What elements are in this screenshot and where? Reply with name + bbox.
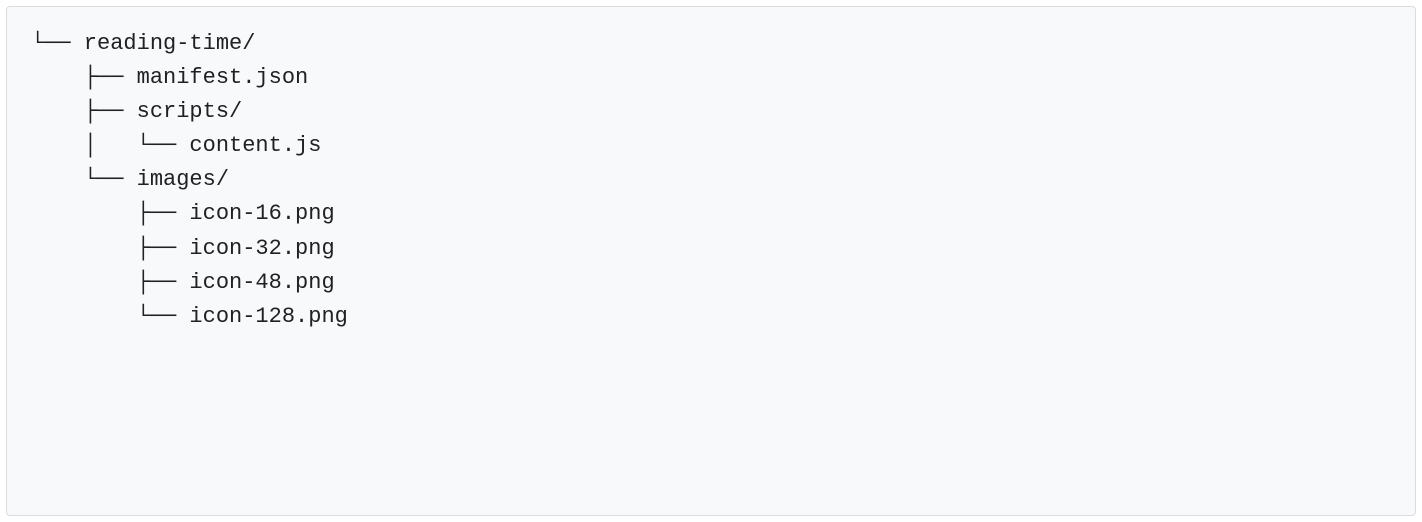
tree-line-manifest: ├── manifest.json: [31, 61, 1391, 95]
tree-line-icon-128: └── icon-128.png: [31, 300, 1391, 334]
directory-tree-block: └── reading-time/ ├── manifest.json ├── …: [6, 6, 1416, 516]
tree-line-icon-32: ├── icon-32.png: [31, 232, 1391, 266]
tree-line-icon-48: ├── icon-48.png: [31, 266, 1391, 300]
tree-line-scripts-dir: ├── scripts/: [31, 95, 1391, 129]
tree-line-images-dir: └── images/: [31, 163, 1391, 197]
tree-line-root: └── reading-time/: [31, 27, 1391, 61]
tree-line-icon-16: ├── icon-16.png: [31, 197, 1391, 231]
tree-line-content-js: │ └── content.js: [31, 129, 1391, 163]
